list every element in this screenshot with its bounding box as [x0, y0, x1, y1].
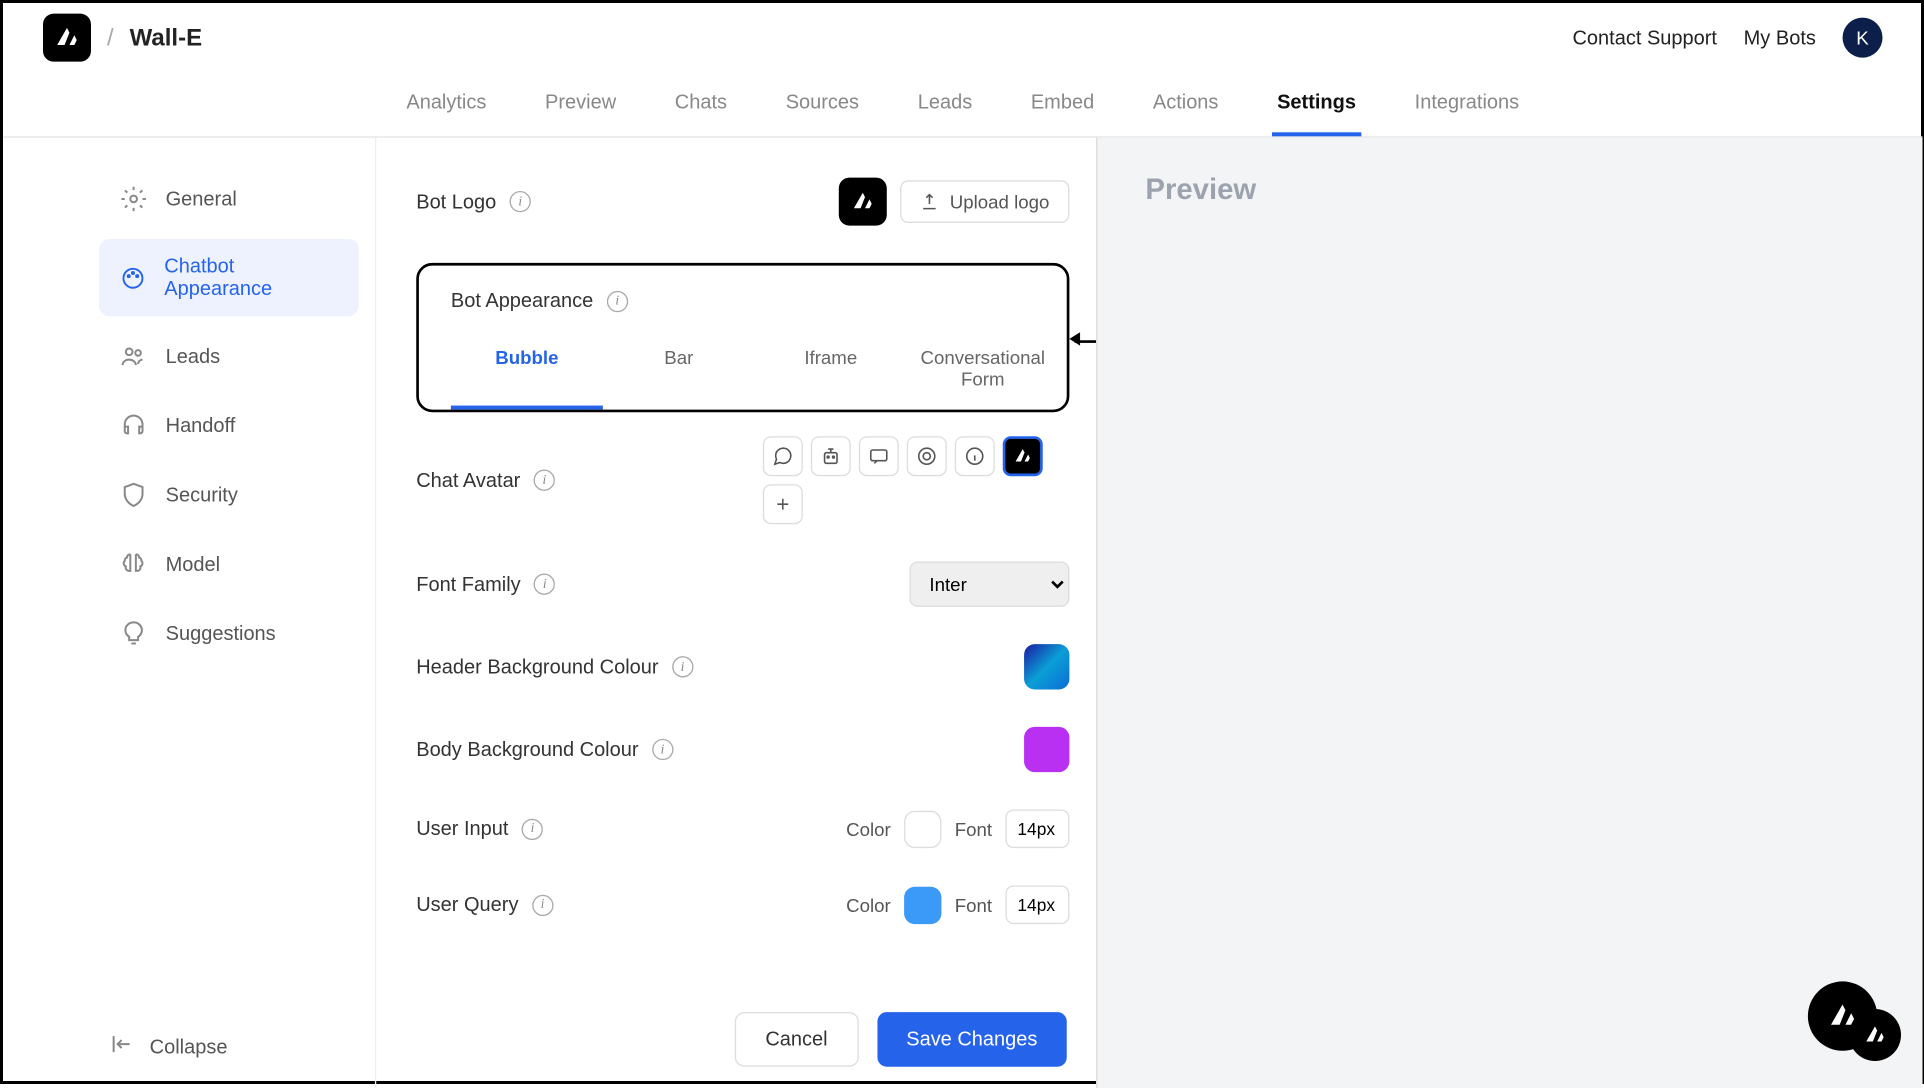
- upload-logo-button[interactable]: Upload logo: [900, 180, 1069, 223]
- color-label: Color: [846, 818, 891, 839]
- sidebar-label: Suggestions: [166, 622, 276, 645]
- my-bots-link[interactable]: My Bots: [1744, 26, 1816, 49]
- collapse-icon: [110, 1032, 134, 1061]
- appearance-tab-bubble[interactable]: Bubble: [451, 331, 603, 410]
- sidebar-item-chatbot-appearance[interactable]: Chatbot Appearance: [99, 239, 359, 316]
- sidebar-label: General: [166, 188, 237, 211]
- gear-icon: [120, 186, 147, 213]
- callout-arrow-icon: [1069, 332, 1080, 345]
- tab-settings[interactable]: Settings: [1272, 72, 1362, 136]
- save-changes-button[interactable]: Save Changes: [877, 1012, 1067, 1067]
- breadcrumb-separator: /: [107, 24, 114, 52]
- bulb-icon: [120, 620, 147, 647]
- tab-sources[interactable]: Sources: [780, 72, 864, 136]
- font-family-select[interactable]: Inter: [909, 562, 1069, 607]
- brain-icon: [120, 551, 147, 578]
- info-icon[interactable]: i: [672, 656, 693, 677]
- bot-logo-label: Bot Logo: [416, 190, 496, 213]
- info-icon[interactable]: i: [510, 191, 531, 212]
- avatar-option-add[interactable]: [763, 484, 803, 524]
- avatar-option-robot[interactable]: [811, 436, 851, 476]
- preview-title: Preview: [1145, 172, 1874, 207]
- palette-icon: [120, 264, 145, 291]
- appearance-tab-iframe[interactable]: Iframe: [755, 331, 907, 410]
- body-bg-label: Body Background Colour: [416, 738, 638, 761]
- user-query-label: User Query: [416, 893, 518, 916]
- font-label: Font: [955, 818, 992, 839]
- sidebar-label: Security: [166, 484, 238, 507]
- upload-icon: [920, 192, 939, 211]
- avatar-option-custom-logo[interactable]: [1003, 436, 1043, 476]
- top-header: / Wall-E Contact Support My Bots K: [3, 3, 1923, 72]
- cancel-button[interactable]: Cancel: [735, 1012, 859, 1067]
- app-logo-icon: [43, 14, 91, 62]
- bot-name: Wall-E: [130, 24, 202, 52]
- sidebar-item-security[interactable]: Security: [99, 466, 359, 525]
- user-query-color-swatch[interactable]: [904, 886, 941, 923]
- sidebar-item-handoff[interactable]: Handoff: [99, 396, 359, 455]
- bot-appearance-label: Bot Appearance: [451, 290, 593, 313]
- tab-integrations[interactable]: Integrations: [1409, 72, 1524, 136]
- users-icon: [120, 343, 147, 370]
- sidebar-item-suggestions[interactable]: Suggestions: [99, 604, 359, 663]
- sidebar-item-model[interactable]: Model: [99, 535, 359, 594]
- avatar-option-chat-bubble[interactable]: [763, 436, 803, 476]
- avatar-option-support[interactable]: [907, 436, 947, 476]
- header-bg-color-swatch[interactable]: [1024, 644, 1069, 689]
- info-icon[interactable]: i: [534, 470, 555, 491]
- headset-icon: [120, 412, 147, 439]
- appearance-tab-conversational-form[interactable]: Conversational Form: [907, 331, 1059, 410]
- bot-appearance-section: Bot Appearance i Bubble Bar Iframe Conve…: [416, 263, 1069, 412]
- sidebar-label: Handoff: [166, 414, 236, 437]
- sidebar-item-general[interactable]: General: [99, 170, 359, 229]
- user-input-label: User Input: [416, 817, 508, 840]
- tab-actions[interactable]: Actions: [1148, 72, 1224, 136]
- info-icon[interactable]: i: [522, 818, 543, 839]
- header-bg-label: Header Background Colour: [416, 656, 658, 679]
- info-icon[interactable]: i: [534, 574, 555, 595]
- sidebar-item-leads[interactable]: Leads: [99, 327, 359, 386]
- user-input-font-size[interactable]: [1005, 809, 1069, 848]
- user-input-color-swatch[interactable]: [904, 810, 941, 847]
- tab-leads[interactable]: Leads: [912, 72, 977, 136]
- chat-avatar-options: [763, 436, 1070, 524]
- user-query-font-size[interactable]: [1005, 885, 1069, 924]
- appearance-tab-bar[interactable]: Bar: [603, 331, 755, 410]
- info-icon[interactable]: i: [607, 290, 628, 311]
- main-tabs: Analytics Preview Chats Sources Leads Em…: [3, 72, 1923, 137]
- page-chat-bubble[interactable]: [1849, 1009, 1901, 1061]
- body-bg-color-swatch[interactable]: [1024, 727, 1069, 772]
- shield-icon: [120, 482, 147, 509]
- avatar-option-message[interactable]: [859, 436, 899, 476]
- info-icon[interactable]: i: [532, 894, 553, 915]
- color-label: Color: [846, 894, 891, 915]
- font-family-label: Font Family: [416, 573, 520, 596]
- font-label: Font: [955, 894, 992, 915]
- bot-logo-preview: [839, 178, 887, 226]
- sidebar-label: Model: [166, 553, 220, 576]
- tab-embed[interactable]: Embed: [1026, 72, 1100, 136]
- sidebar-label: Chatbot Appearance: [164, 255, 337, 300]
- tab-preview[interactable]: Preview: [540, 72, 622, 136]
- collapse-sidebar[interactable]: Collapse: [110, 1032, 228, 1061]
- tab-analytics[interactable]: Analytics: [401, 72, 492, 136]
- info-icon[interactable]: i: [652, 739, 673, 760]
- collapse-label: Collapse: [150, 1035, 228, 1058]
- user-avatar[interactable]: K: [1843, 18, 1883, 58]
- contact-support-link[interactable]: Contact Support: [1572, 26, 1717, 49]
- avatar-option-info[interactable]: [955, 436, 995, 476]
- sidebar: General Chatbot Appearance Leads Handoff…: [3, 138, 376, 1088]
- preview-panel: Preview: [1096, 138, 1922, 1088]
- chat-avatar-label: Chat Avatar: [416, 469, 520, 492]
- tab-chats[interactable]: Chats: [669, 72, 732, 136]
- sidebar-label: Leads: [166, 345, 220, 368]
- settings-panel: Bot Logo i Upload logo Bot Appearance: [376, 138, 1096, 1088]
